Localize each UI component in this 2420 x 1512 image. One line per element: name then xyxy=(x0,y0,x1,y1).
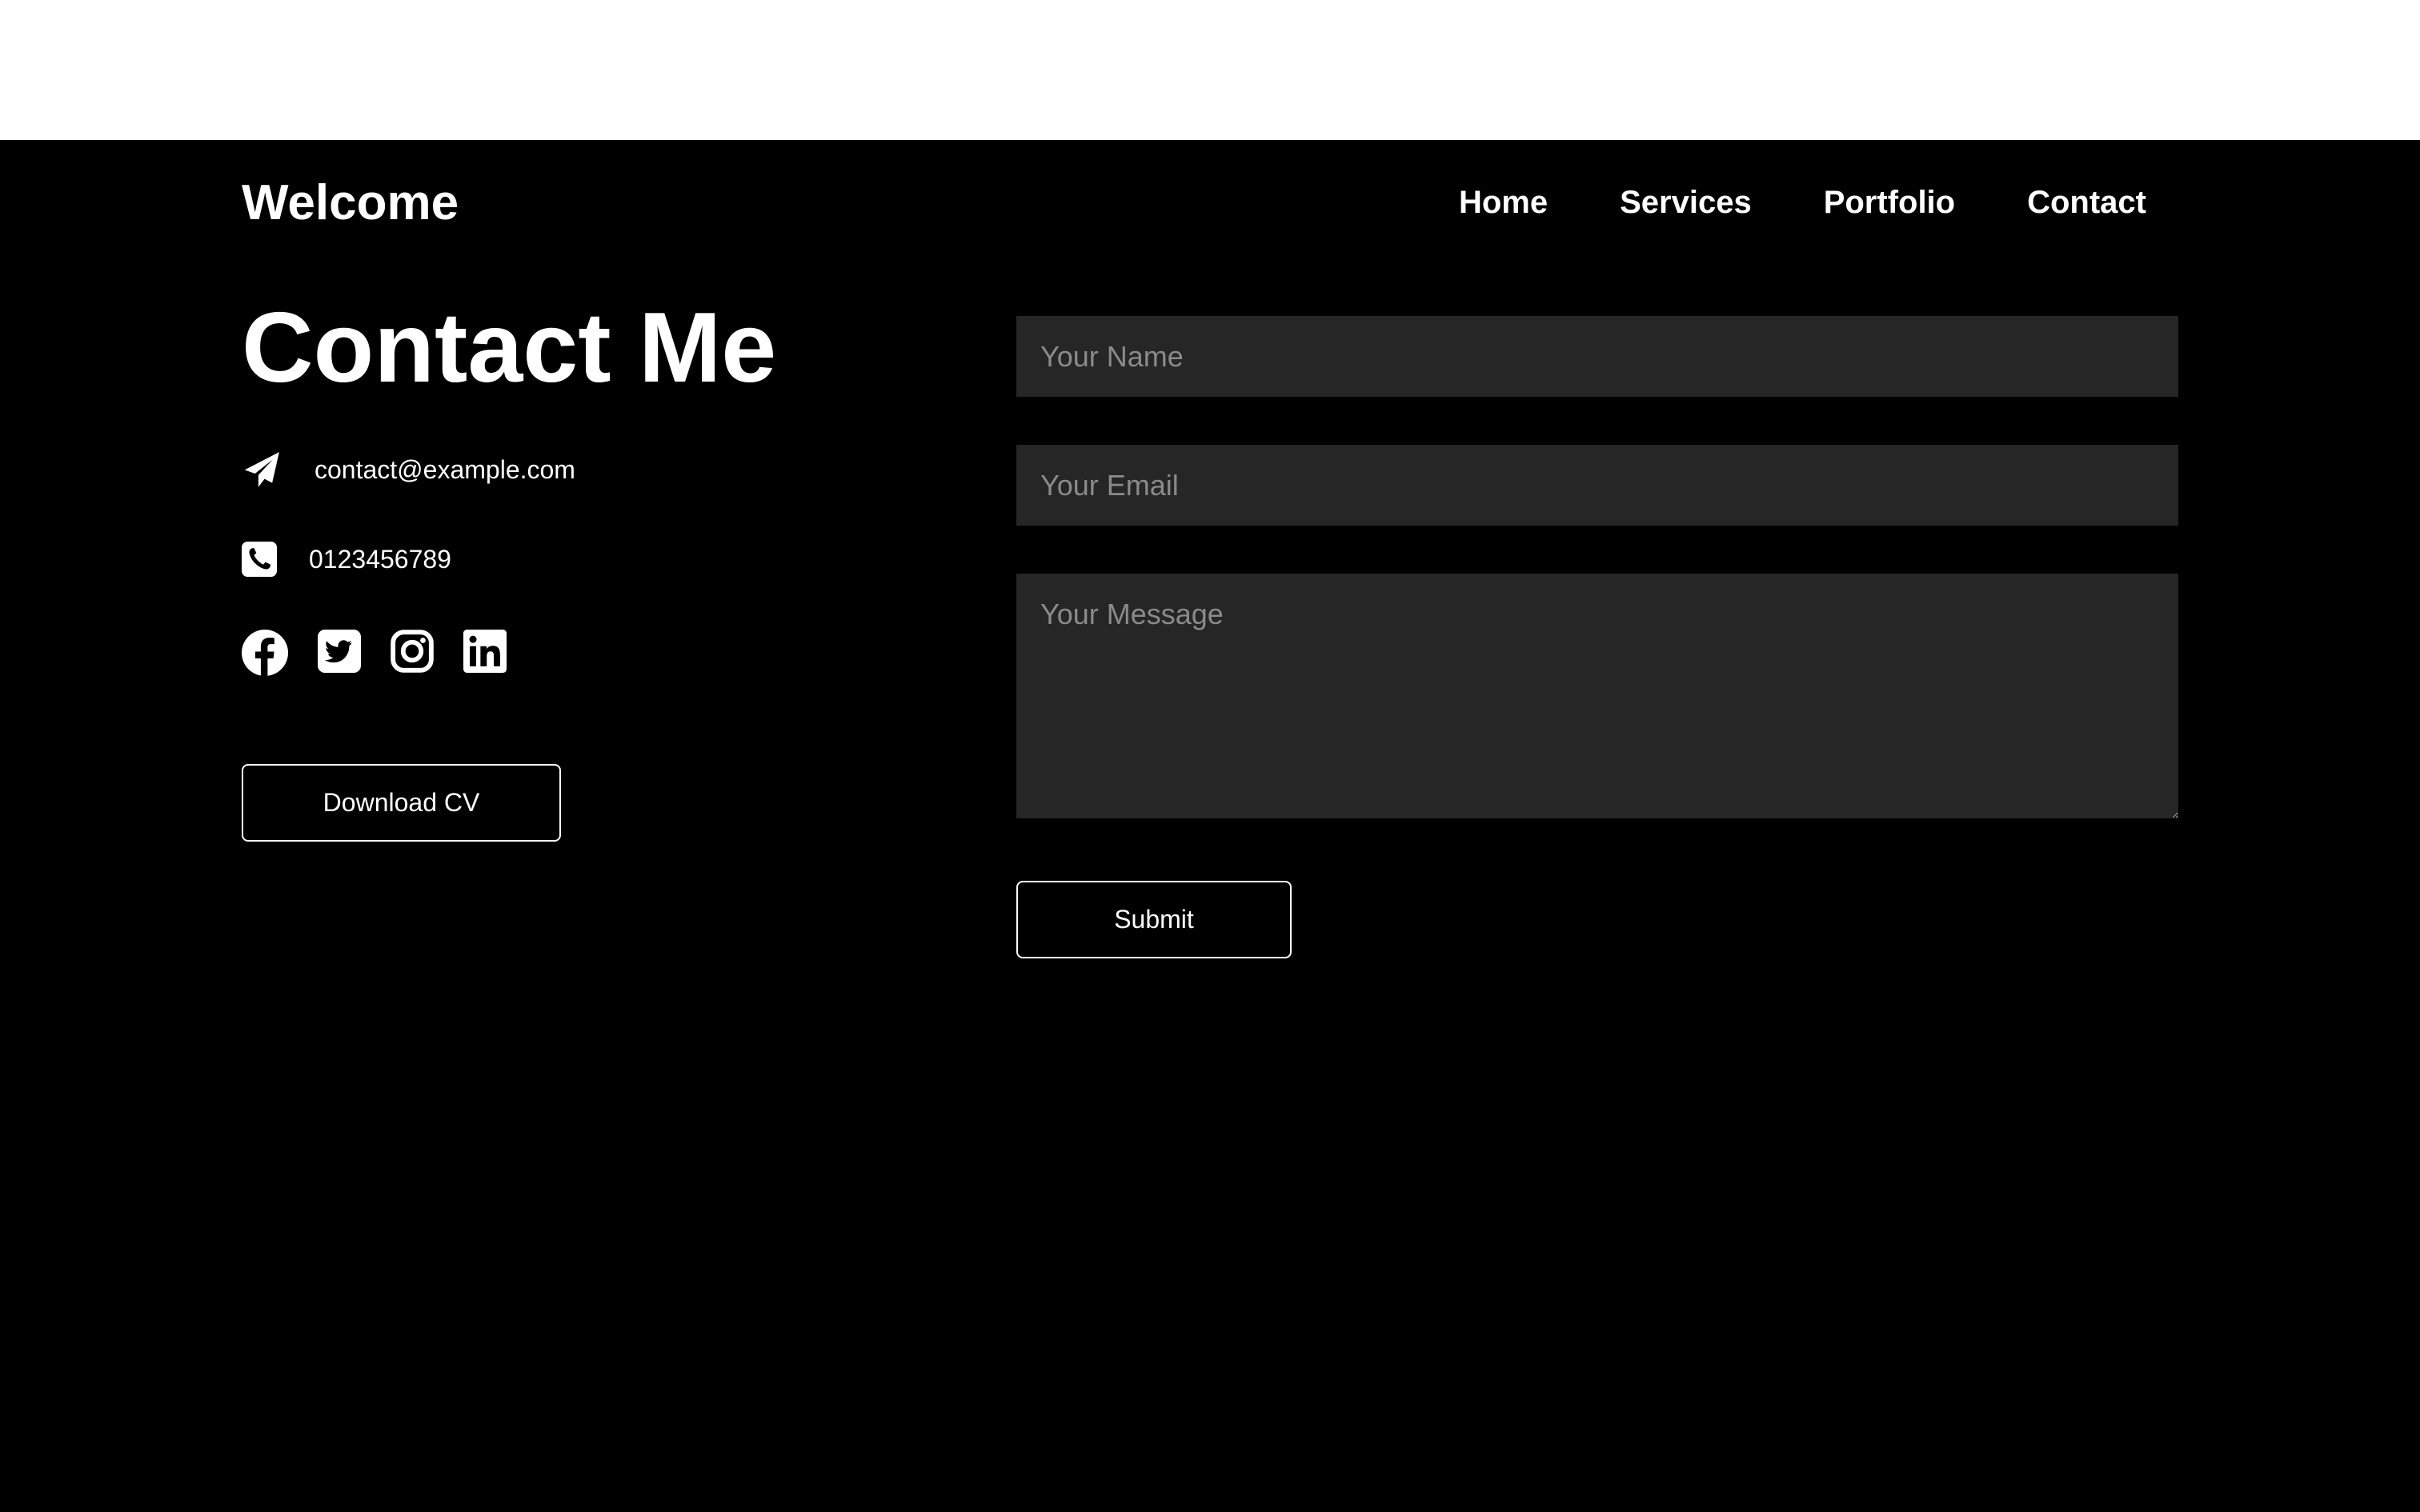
message-textarea[interactable] xyxy=(1016,574,2178,818)
linkedin-icon[interactable] xyxy=(463,630,507,680)
main-nav: Home Services Portfolio Contact xyxy=(1459,186,2146,218)
paper-plane-icon xyxy=(242,450,282,490)
contact-email[interactable]: contact@example.com xyxy=(315,457,575,482)
email-input[interactable] xyxy=(1016,445,2178,526)
nav-services[interactable]: Services xyxy=(1620,186,1752,218)
top-blank-area xyxy=(0,0,2420,140)
contact-page: Welcome Home Services Portfolio Contact … xyxy=(0,140,2420,1512)
nav-home[interactable]: Home xyxy=(1459,186,1548,218)
twitter-icon[interactable] xyxy=(318,630,361,680)
contact-phone[interactable]: 0123456789 xyxy=(309,546,451,572)
name-input[interactable] xyxy=(1016,316,2178,397)
brand-title: Welcome xyxy=(242,175,459,230)
nav-contact[interactable]: Contact xyxy=(2027,186,2146,218)
email-row: contact@example.com xyxy=(242,450,575,490)
submit-button[interactable]: Submit xyxy=(1016,881,1292,958)
facebook-icon[interactable] xyxy=(242,630,288,680)
phone-row: 0123456789 xyxy=(242,542,451,577)
download-cv-button[interactable]: Download CV xyxy=(242,764,561,842)
instagram-icon[interactable] xyxy=(391,630,434,680)
social-links xyxy=(242,630,507,680)
phone-icon xyxy=(242,542,277,577)
nav-portfolio[interactable]: Portfolio xyxy=(1824,186,1955,218)
page-title: Contact Me xyxy=(242,293,777,403)
